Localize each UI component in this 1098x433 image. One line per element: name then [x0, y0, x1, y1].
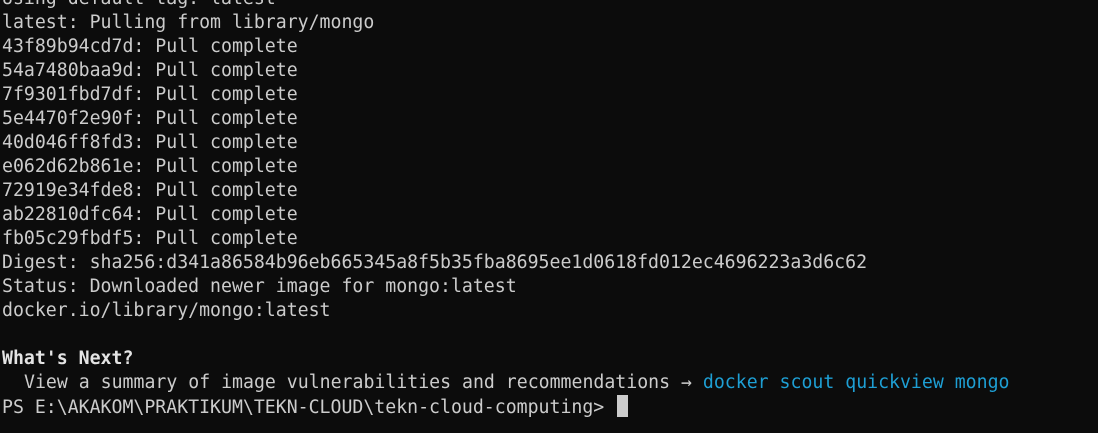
prompt-line[interactable]: PS E:\AKAKOM\PRAKTIKUM\TEKN-CLOUD\tekn-c… — [2, 395, 1098, 419]
output-line: 5e4470f2e90f: Pull complete — [2, 108, 298, 129]
output-line: 7f9301fbd7df: Pull complete — [2, 84, 298, 105]
output-line: Using default tag: latest — [2, 0, 1098, 11]
terminal-window[interactable]: Using default tag: latest latest: Pullin… — [0, 0, 1098, 433]
image-reference-line: docker.io/library/mongo:latest — [2, 300, 331, 321]
docker-scout-command-link[interactable]: docker scout quickview mongo — [703, 372, 1010, 393]
status-line: Status: Downloaded newer image for mongo… — [2, 276, 517, 297]
digest-line: Digest: sha256:d341a86584b96eb665345a8f5… — [2, 252, 868, 273]
output-line: latest: Pulling from library/mongo — [2, 12, 375, 33]
output-line: fb05c29fbdf5: Pull complete — [2, 228, 298, 249]
hint-text: View a summary of image vulnerabilities … — [24, 372, 703, 393]
terminal-output: Using default tag: latest latest: Pullin… — [2, 0, 1098, 419]
whats-next-hint: View a summary of image vulnerabilities … — [2, 371, 1098, 395]
output-line: 43f89b94cd7d: Pull complete — [2, 36, 298, 57]
output-line: 72919e34fde8: Pull complete — [2, 180, 298, 201]
whats-next-heading: What's Next? — [2, 348, 134, 369]
text-cursor — [617, 395, 629, 417]
output-line: 40d046ff8fd3: Pull complete — [2, 132, 298, 153]
output-line: ab22810dfc64: Pull complete — [2, 204, 298, 225]
output-line: e062d62b861e: Pull complete — [2, 156, 298, 177]
output-line: 54a7480baa9d: Pull complete — [2, 60, 298, 81]
shell-prompt: PS E:\AKAKOM\PRAKTIKUM\TEKN-CLOUD\tekn-c… — [2, 397, 616, 418]
